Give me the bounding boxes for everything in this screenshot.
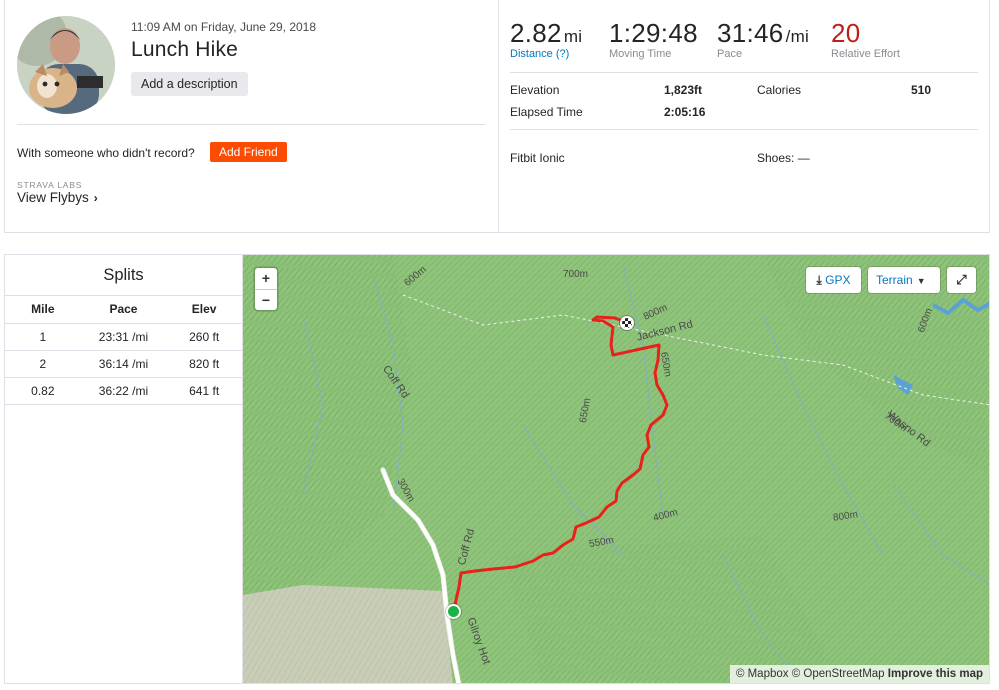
calories-label: Calories [757, 83, 802, 97]
split-pace: 36:14 /mi [80, 350, 167, 378]
terrain-map[interactable] [243, 255, 990, 684]
divider [510, 72, 978, 73]
stat-moving-time: 1:29:48 Moving Time [609, 18, 698, 60]
fullscreen-button[interactable]: ⤢ [947, 267, 976, 293]
divider [510, 129, 978, 130]
split-mile: 0.82 [5, 377, 81, 405]
improve-map-link[interactable]: Improve this map [888, 668, 983, 680]
shoes-info: Shoes: — [757, 151, 810, 165]
relative-effort-value: 20 [831, 18, 861, 48]
distance-unit: mi [563, 27, 583, 46]
stat-relative-effort[interactable]: 20 Relative Effort [831, 18, 900, 60]
stat-pace: 31:46/mi Pace [717, 18, 809, 60]
zoom-out-button[interactable]: − [255, 289, 277, 310]
pace-unit: /mi [785, 27, 810, 46]
athlete-avatar[interactable] [17, 16, 115, 114]
expand-icon: ⤢ [956, 272, 967, 287]
view-flybys-link[interactable]: View Flybys › [17, 190, 98, 205]
zoom-in-button[interactable]: + [255, 268, 277, 289]
activity-title: Lunch Hike [131, 38, 239, 61]
split-elev: 641 ft [166, 377, 242, 405]
split-elev: 820 ft [166, 350, 242, 378]
view-flybys-label: View Flybys [17, 190, 89, 205]
zoom-control: + − [255, 268, 277, 310]
table-row: 1 23:31 /mi 260 ft [5, 323, 242, 351]
start-marker[interactable] [446, 604, 461, 619]
pace-value: 31:46 [717, 18, 784, 48]
relative-effort-label: Relative Effort [831, 48, 900, 60]
terrain-label: Terrain [876, 273, 913, 287]
gpx-download-button[interactable]: ⤓ GPX [806, 267, 861, 293]
table-row: 0.82 36:22 /mi 641 ft [5, 377, 242, 405]
friend-question: With someone who didn't record? [17, 146, 195, 160]
add-description-button[interactable]: Add a description [131, 72, 248, 96]
split-mile: 2 [5, 350, 81, 378]
elevation-label: Elevation [510, 83, 560, 97]
table-row: 2 36:14 /mi 820 ft [5, 350, 242, 378]
moving-time-label: Moving Time [609, 48, 672, 60]
moving-time-value: 1:29:48 [609, 18, 698, 48]
gpx-label: GPX [825, 273, 851, 287]
splits-header-row: Mile Pace Elev [5, 296, 242, 324]
splits-title: Splits [5, 255, 242, 296]
split-elev: 260 ft [166, 323, 242, 351]
map-type-dropdown[interactable]: Terrain ▼ [868, 267, 940, 293]
add-friend-button[interactable]: Add Friend [210, 142, 287, 162]
strava-labs-label: STRAVA LABS [17, 180, 83, 190]
elapsed-time-label: Elapsed Time [510, 105, 583, 119]
route-map[interactable]: Jackson Rd Coff Rd Wasno Rd Coff Rd Gilr… [242, 254, 990, 684]
divider [498, 0, 499, 233]
divider [17, 124, 485, 125]
contour-label: 700m [563, 269, 589, 280]
activity-header: 11:09 AM on Friday, June 29, 2018 Lunch … [5, 0, 498, 233]
header-mile: Mile [5, 296, 81, 324]
map-attribution: © Mapbox © OpenStreetMap Improve this ma… [729, 665, 989, 683]
distance-label-link[interactable]: Distance (?) [510, 48, 582, 60]
split-pace: 36:22 /mi [80, 377, 167, 405]
elevation-value: 1,823ft [664, 83, 703, 97]
calories-value: 510 [911, 83, 932, 97]
activity-summary-card: 11:09 AM on Friday, June 29, 2018 Lunch … [4, 0, 990, 233]
chevron-right-icon: › [93, 191, 98, 205]
finish-marker[interactable] [620, 316, 634, 330]
split-mile: 1 [5, 323, 81, 351]
caret-down-icon: ▼ [916, 276, 926, 286]
split-pace: 23:31 /mi [80, 323, 167, 351]
device-name: Fitbit Ionic [510, 151, 565, 165]
distance-value: 2.82 [510, 18, 562, 48]
header-pace: Pace [80, 296, 167, 324]
splits-table: Mile Pace Elev 1 23:31 /mi 260 ft 2 36:1… [5, 296, 242, 405]
attribution-text[interactable]: © Mapbox © OpenStreetMap [736, 668, 885, 680]
download-icon: ⤓ [816, 273, 822, 287]
header-elev: Elev [166, 296, 242, 324]
stat-distance: 2.82 mi Distance (?) [510, 18, 582, 60]
elapsed-time-value: 2:05:16 [664, 105, 706, 119]
splits-panel: Splits Mile Pace Elev 1 23:31 /mi 260 ft… [4, 254, 242, 684]
pace-label: Pace [717, 48, 743, 60]
activity-datetime: 11:09 AM on Friday, June 29, 2018 [131, 20, 317, 34]
